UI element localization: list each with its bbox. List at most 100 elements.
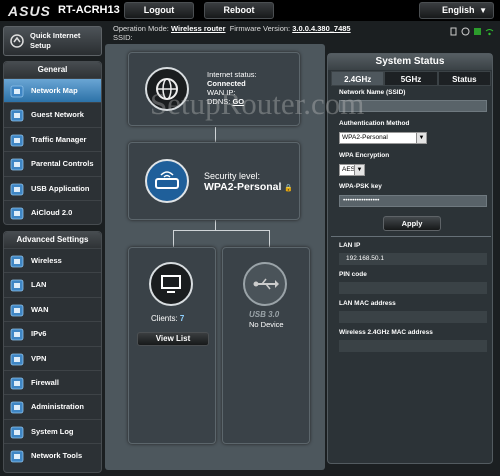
sidebar-item-guest-network[interactable]: Guest Network — [4, 102, 101, 126]
psk-key-label: WPA-PSK key — [339, 183, 382, 190]
ddns-go-link[interactable]: GO — [232, 97, 244, 106]
ssid-input[interactable] — [339, 100, 487, 112]
internet-status-value: Connected — [207, 79, 246, 88]
connector-line — [215, 127, 216, 142]
operation-mode-link[interactable]: Wireless router — [171, 24, 226, 33]
ssid-field-label: Network Name (SSID) — [339, 89, 406, 96]
tab-status[interactable]: Status — [437, 71, 491, 86]
network-tools-icon — [10, 449, 24, 463]
connector-line — [173, 230, 269, 231]
language-value: English — [442, 5, 475, 15]
network-map-area: Internet status: Connected WAN IP: DDNS:… — [105, 44, 325, 470]
wireless-mac-value — [339, 340, 487, 352]
connection-status-icon[interactable] — [473, 27, 482, 36]
internet-node[interactable]: Internet status: Connected WAN IP: DDNS:… — [128, 52, 300, 126]
sidebar-item-aicloud-2-0[interactable]: AiCloud 2.0 — [4, 199, 101, 224]
vpn-icon — [10, 352, 24, 365]
status-tabs: 2.4GHz 5GHz Status — [331, 71, 491, 86]
sidebar-item-ipv6[interactable]: IPv6 — [4, 321, 101, 345]
sidebar-item-parental-controls[interactable]: Parental Controls — [4, 151, 101, 175]
sidebar-item-wireless[interactable]: Wireless — [4, 248, 101, 272]
sidebar-item-label: AiCloud 2.0 — [31, 207, 73, 217]
status-icons — [449, 27, 494, 36]
sidebar-item-label: Firewall — [31, 377, 59, 387]
sidebar-item-label: WAN — [31, 304, 49, 314]
model-name: RT-ACRH13 — [58, 4, 120, 16]
sidebar: Quick Internet Setup General Network Map… — [0, 21, 105, 476]
quick-setup-label: Quick Internet Setup — [30, 31, 81, 50]
sidebar-item-label: Guest Network — [31, 110, 84, 120]
ipv6-icon — [10, 327, 24, 341]
sidebar-item-network-tools[interactable]: Network Tools — [4, 443, 101, 467]
clients-label: Clients: — [151, 314, 178, 323]
wifi-status-icon[interactable] — [485, 27, 494, 36]
guest-network-icon — [10, 108, 24, 122]
quick-setup-icon — [10, 34, 24, 48]
info-bar: Operation Mode: Wireless router Firmware… — [105, 22, 500, 44]
sidebar-item-firewall[interactable]: Firewall — [4, 369, 101, 394]
encryption-select[interactable]: AES ▼ — [339, 164, 365, 176]
lan-mac-label: LAN MAC address — [339, 300, 396, 307]
sidebar-item-label: Network Tools — [31, 451, 83, 461]
traffic-manager-icon — [10, 133, 24, 147]
wireless-icon — [10, 254, 24, 268]
parental-controls-icon — [10, 157, 24, 171]
sidebar-item-wan[interactable]: WAN — [4, 296, 101, 321]
wireless-mac-label: Wireless 2.4GHz MAC address — [339, 329, 433, 336]
pin-code-label: PIN code — [339, 271, 367, 278]
auth-method-select[interactable]: WPA2-Personal ▼ — [339, 132, 427, 144]
tab-2-4ghz[interactable]: 2.4GHz — [331, 71, 385, 86]
aicloud-icon — [10, 206, 24, 220]
sidebar-item-label: System Log — [31, 426, 74, 436]
clients-count[interactable]: 7 — [180, 314, 184, 323]
view-list-button[interactable]: View List — [137, 332, 209, 346]
globe-icon — [145, 67, 189, 111]
general-menu: General Network Map Guest Network Traffic … — [3, 61, 102, 225]
usb-application-icon — [10, 182, 24, 195]
router-admin-page: ASUS RT-ACRH13 Logout Reboot English ▼ O… — [0, 0, 500, 476]
sidebar-item-administration[interactable]: Administration — [4, 394, 101, 418]
reboot-button[interactable]: Reboot — [204, 2, 274, 19]
lan-ip-value: 192.168.50.1 — [339, 253, 487, 265]
connector-line — [215, 220, 216, 230]
pin-code-value — [339, 282, 487, 294]
sidebar-item-label: IPv6 — [31, 329, 47, 339]
asus-logo: ASUS — [8, 3, 51, 19]
sidebar-item-vpn[interactable]: VPN — [4, 345, 101, 370]
usb-node[interactable]: USB 3.0 No Device — [222, 247, 310, 444]
sidebar-item-label: Traffic Manager — [31, 134, 87, 144]
router-icon — [145, 159, 189, 203]
sidebar-item-lan[interactable]: LAN — [4, 272, 101, 296]
sidebar-item-label: LAN — [31, 280, 47, 290]
language-select[interactable]: English ▼ — [419, 2, 494, 19]
globe-status-icon[interactable] — [461, 27, 470, 36]
lock-icon: 🔒 — [284, 185, 294, 192]
internet-status-label: Internet status: — [207, 70, 257, 79]
encryption-label: WPA Encryption — [339, 152, 390, 159]
router-node[interactable]: Security level: WPA2-Personal 🔒 — [128, 142, 300, 220]
apply-button[interactable]: Apply — [383, 216, 441, 231]
chevron-down-icon: ▼ — [354, 165, 364, 175]
connector-line — [173, 230, 174, 247]
quick-internet-setup-button[interactable]: Quick Internet Setup — [3, 26, 102, 56]
general-title: General — [4, 62, 101, 78]
chevron-down-icon: ▼ — [479, 6, 487, 15]
top-bar: ASUS RT-ACRH13 Logout Reboot English ▼ — [0, 0, 500, 21]
tab-5ghz[interactable]: 5GHz — [384, 71, 438, 86]
sidebar-item-network-map[interactable]: Network Map — [4, 78, 101, 103]
operation-mode-label: Operation Mode: — [113, 24, 169, 33]
ddns-label: DDNS: — [207, 97, 231, 106]
network-map-icon — [10, 84, 24, 98]
sidebar-item-system-log[interactable]: System Log — [4, 418, 101, 443]
administration-icon — [10, 400, 24, 414]
sidebar-item-label: Wireless — [31, 256, 62, 265]
clients-node[interactable]: Clients: 7 View List — [128, 247, 216, 444]
firmware-link[interactable]: 3.0.0.4.380_7485 — [292, 24, 350, 33]
logout-button[interactable]: Logout — [124, 2, 194, 19]
firewall-icon — [10, 376, 24, 390]
usb-status-icon[interactable] — [449, 27, 458, 36]
sidebar-item-traffic-manager[interactable]: Traffic Manager — [4, 126, 101, 151]
usb-port-label: USB 3.0 — [249, 310, 280, 319]
sidebar-item-usb-application[interactable]: USB Application — [4, 175, 101, 200]
psk-key-input[interactable]: •••••••••••••••• — [339, 195, 487, 207]
